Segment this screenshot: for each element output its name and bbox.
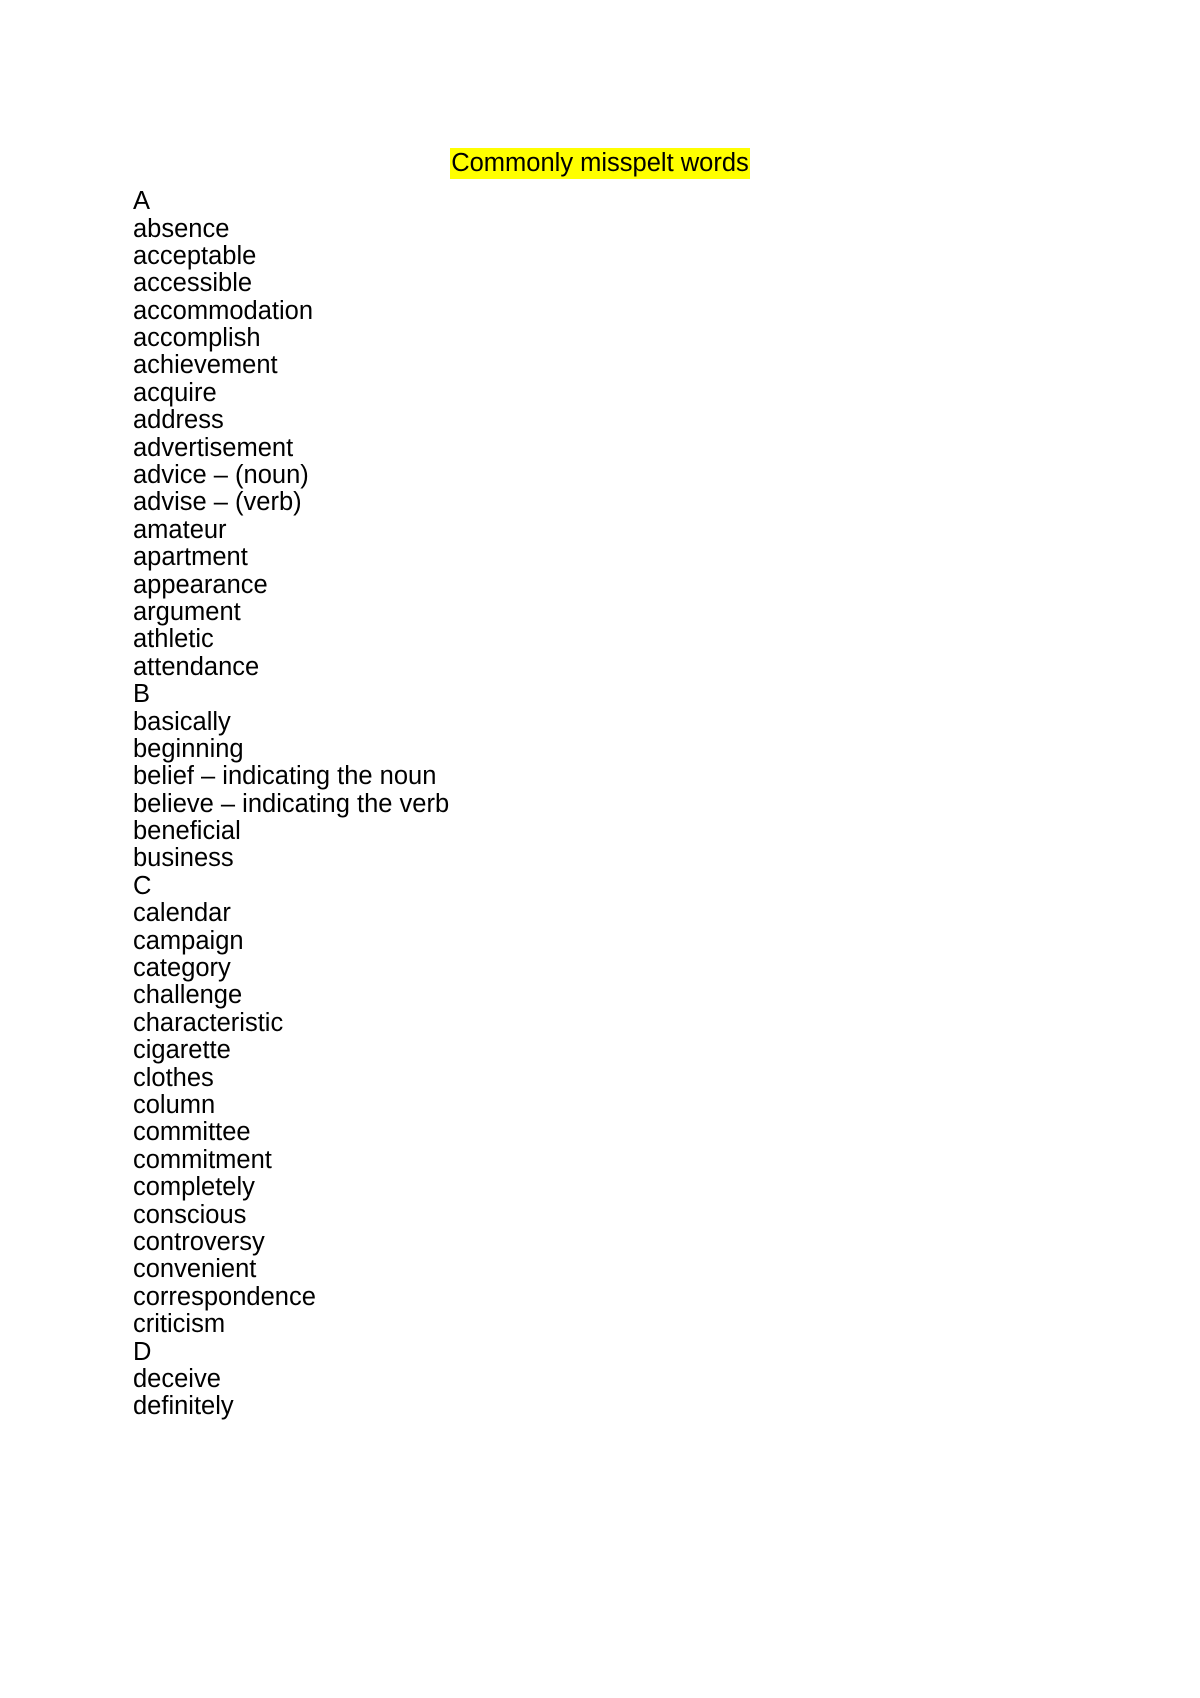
- list-item: challenge: [133, 981, 243, 1010]
- misspelt-words-list: Aabsence acceptable accessible accommodatio…: [133, 187, 1067, 1421]
- list-item: beneficial: [133, 817, 241, 846]
- list-item: completely: [133, 1173, 255, 1202]
- list-item: attendance: [133, 652, 260, 681]
- list-item: advice – (noun): [133, 461, 309, 490]
- list-item: appearance: [133, 570, 268, 599]
- list-item: basically: [133, 707, 231, 736]
- list-item: campaign: [133, 926, 244, 955]
- list-item: accessible: [133, 269, 253, 298]
- list-item: accommodation: [133, 296, 314, 325]
- list-item: definitely: [133, 1392, 234, 1421]
- list-item: controversy: [133, 1227, 265, 1256]
- list-item: address: [133, 406, 224, 435]
- list-item: column: [133, 1091, 216, 1119]
- list-item: apartment: [133, 543, 248, 572]
- document-body: Commonly misspelt words Aabsence acceptab…: [133, 148, 1067, 1421]
- list-item: cigarette: [133, 1036, 231, 1065]
- page-title: Commonly misspelt words: [450, 148, 750, 179]
- list-item: athletic: [133, 625, 214, 654]
- section-letter-heading: B: [133, 680, 151, 709]
- list-item: acquire: [133, 378, 217, 407]
- list-item: absence: [133, 214, 230, 243]
- list-item: argument: [133, 597, 241, 626]
- list-item: beginning: [133, 734, 244, 763]
- list-item: deceive: [133, 1364, 221, 1393]
- list-item: criticism: [133, 1310, 226, 1339]
- section-letter-heading: C: [133, 871, 152, 900]
- document-page: Commonly misspelt words Aabsence acceptab…: [0, 0, 1200, 1698]
- list-item: advise – (verb): [133, 488, 302, 517]
- list-item: acceptable: [133, 241, 257, 270]
- list-item: characteristic: [133, 1008, 284, 1037]
- list-item: accomplish: [133, 324, 261, 353]
- document-title-line: Commonly misspelt words: [133, 148, 1067, 179]
- list-item: belief – indicating the noun: [133, 762, 437, 791]
- list-item: advertisement: [133, 433, 294, 462]
- list-item: clothes: [133, 1063, 214, 1092]
- list-item: convenient: [133, 1255, 257, 1284]
- list-item: commitment: [133, 1145, 272, 1174]
- section-letter-heading: A: [133, 187, 151, 216]
- list-item: believe – indicating the verb: [133, 789, 450, 818]
- list-item: business: [133, 844, 234, 873]
- list-item: correspondence: [133, 1282, 316, 1311]
- list-item: category: [133, 954, 231, 983]
- list-item: amateur: [133, 515, 227, 544]
- list-item: calendar: [133, 899, 231, 928]
- list-item: achievement: [133, 351, 278, 380]
- list-item: conscious: [133, 1200, 247, 1229]
- list-item: committee: [133, 1118, 251, 1147]
- section-letter-heading: D: [133, 1337, 152, 1366]
